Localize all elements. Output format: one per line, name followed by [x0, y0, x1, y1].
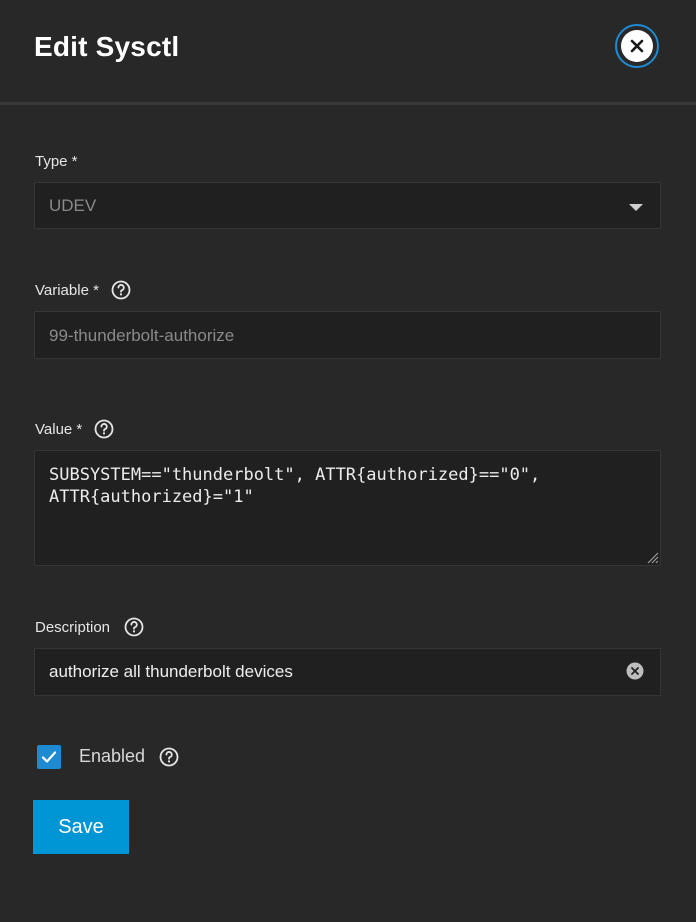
description-field[interactable]: authorize all thunderbolt devices [34, 648, 661, 696]
value-line-1: SUBSYSTEM=="thunderbolt", ATTR{authorize… [49, 465, 541, 485]
edit-sysctl-panel: Edit Sysctl Type * UDEV Variable * 99-th… [0, 0, 696, 922]
type-select[interactable]: UDEV [34, 182, 661, 229]
type-select-value: UDEV [49, 196, 97, 215]
value-textarea[interactable]: SUBSYSTEM=="thunderbolt", ATTR{authorize… [34, 450, 661, 566]
close-icon [621, 30, 653, 62]
value-label-text: Value * [35, 420, 83, 438]
enabled-label-text: Enabled [79, 746, 146, 766]
close-button[interactable] [615, 24, 659, 68]
save-button[interactable]: Save [33, 800, 129, 854]
description-field-value: authorize all thunderbolt devices [49, 662, 293, 681]
value-textarea-content: SUBSYSTEM=="thunderbolt", ATTR{authorize… [49, 464, 540, 508]
value-line-2: ATTR{authorized}="1" [49, 487, 254, 507]
help-icon[interactable] [94, 419, 114, 439]
help-icon[interactable] [111, 280, 131, 300]
enabled-checkbox[interactable] [37, 745, 61, 769]
help-icon[interactable] [124, 617, 144, 637]
clear-icon[interactable] [626, 662, 644, 680]
enabled-label: Enabled [79, 746, 179, 767]
resize-grip-icon[interactable] [645, 550, 659, 564]
variable-field-value: 99-thunderbolt-authorize [49, 326, 235, 345]
page-title: Edit Sysctl [34, 31, 180, 62]
description-label: Description [35, 617, 144, 637]
chevron-down-icon [629, 204, 643, 211]
type-label: Type * [35, 153, 78, 170]
variable-label-text: Variable * [35, 281, 99, 299]
variable-label: Variable * [35, 280, 131, 300]
variable-field[interactable]: 99-thunderbolt-authorize [34, 311, 661, 359]
panel-header: Edit Sysctl [0, 0, 696, 105]
checkmark-icon [41, 751, 57, 763]
description-label-text: Description [35, 618, 111, 636]
type-label-text: Type * [35, 153, 78, 170]
help-icon[interactable] [159, 747, 179, 767]
value-label: Value * [35, 419, 114, 439]
